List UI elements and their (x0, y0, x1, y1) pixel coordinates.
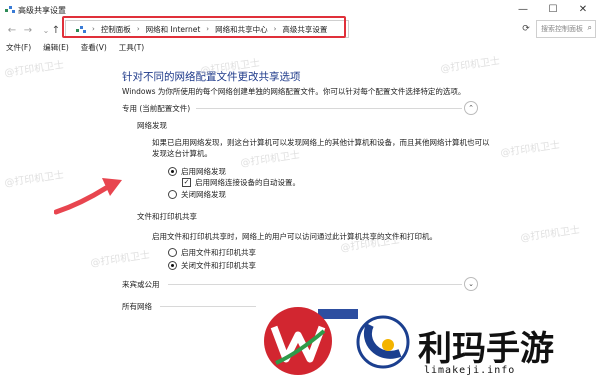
radio-button[interactable] (168, 190, 177, 199)
back-button[interactable]: ← (6, 25, 18, 37)
annotation-arrow-icon (54, 178, 122, 215)
checkbox-auto-setup[interactable]: ✓ 启用网络连接设备的自动设置。 (182, 177, 300, 188)
menu-view[interactable]: 查看(V) (81, 42, 107, 54)
up-button[interactable]: ↑ (50, 25, 62, 37)
network-icon (5, 6, 15, 13)
checkbox-auto-setup-label: 启用网络连接设备的自动设置。 (195, 178, 300, 187)
radio-sharing-on[interactable]: 启用文件和打印机共享 (168, 247, 256, 258)
brand-url: limakeji.info (424, 365, 516, 376)
menu-file[interactable]: 文件(F) (6, 42, 31, 54)
page-description: Windows 为你所使用的每个网络创建单独的网络配置文件。你可以针对每个配置文… (122, 87, 466, 96)
radio-sharing-off-label: 关闭文件和打印机共享 (181, 261, 256, 270)
address-highlight-box (62, 16, 346, 38)
brand-overlay: 利玛手游 limakeji.info (256, 297, 600, 385)
chevron-up-icon[interactable]: ⌃ (464, 101, 478, 115)
radio-button[interactable] (168, 248, 177, 257)
radio-discovery-on[interactable]: 启用网络发现 (168, 166, 226, 177)
refresh-icon[interactable]: ⟳ (519, 22, 533, 36)
search-placeholder: 搜索控制面板 (541, 25, 583, 33)
section-divider (196, 108, 462, 109)
profile-private-label[interactable]: 专用 (当前配置文件) (122, 103, 190, 114)
network-discovery-title: 网络发现 (137, 121, 167, 130)
radio-discovery-on-label: 启用网络发现 (181, 167, 226, 176)
menu-bar: 文件(F) 编辑(E) 查看(V) 工具(T) (0, 42, 600, 54)
section-divider (168, 284, 462, 285)
search-icon: ⌕ (587, 23, 592, 32)
profile-guest-label[interactable]: 来宾或公用 (122, 279, 160, 290)
window-title: 高级共享设置 (18, 6, 66, 15)
search-input[interactable]: 搜索控制面板 ⌕ (536, 20, 596, 38)
maximize-button[interactable]: ☐ (538, 0, 568, 20)
section-divider (160, 306, 256, 307)
network-discovery-text: 如果已启用网络发现，则这台计算机可以发现网络上的其他计算机和设备，而且其他网络计… (152, 138, 490, 158)
radio-sharing-off[interactable]: 关闭文件和打印机共享 (168, 260, 256, 271)
radio-sharing-on-label: 启用文件和打印机共享 (181, 248, 256, 257)
radio-discovery-off[interactable]: 关闭网络发现 (168, 189, 226, 200)
file-printer-sharing-text: 启用文件和打印机共享时，网络上的用户可以访问通过此计算机共享的文件和打印机。 (152, 232, 437, 241)
file-printer-sharing-title: 文件和打印机共享 (137, 212, 197, 221)
minimize-button[interactable]: — (508, 0, 538, 20)
checkbox[interactable]: ✓ (182, 178, 191, 187)
menu-tools[interactable]: 工具(T) (119, 42, 144, 54)
radio-button[interactable] (168, 261, 177, 270)
profile-all-label[interactable]: 所有网络 (122, 301, 152, 312)
brand-text: 利玛手游 (418, 329, 554, 369)
brand-w-logo-icon (264, 307, 332, 375)
close-button[interactable]: ✕ (568, 0, 598, 20)
radio-button[interactable] (168, 167, 177, 176)
forward-button[interactable]: → (22, 25, 34, 37)
menu-edit[interactable]: 编辑(E) (43, 42, 69, 54)
chevron-down-icon[interactable]: ⌄ (464, 277, 478, 291)
radio-discovery-off-label: 关闭网络发现 (181, 190, 226, 199)
brand-swirl-icon (356, 315, 410, 369)
